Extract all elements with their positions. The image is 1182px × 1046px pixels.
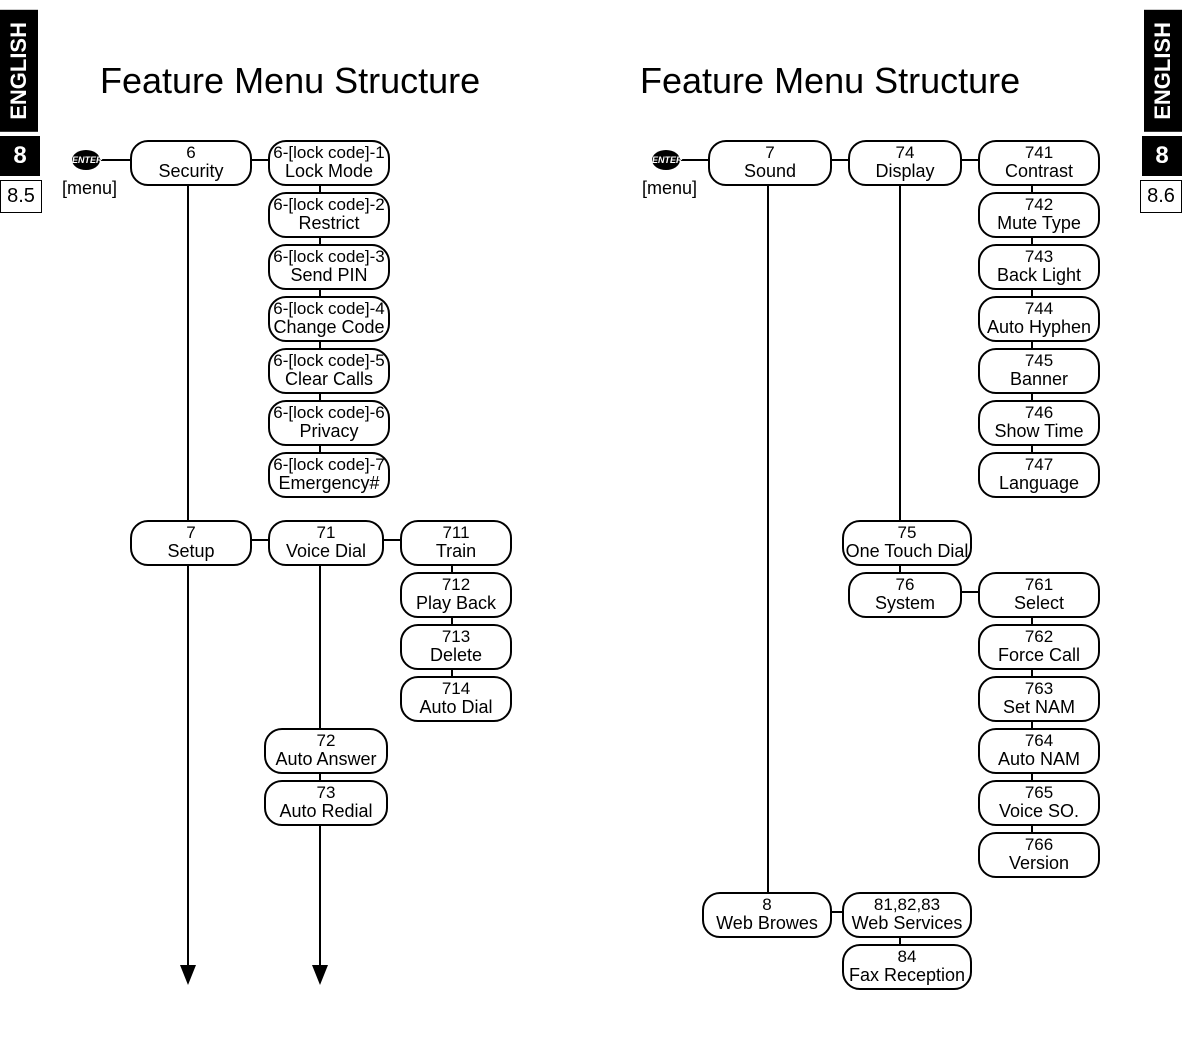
node-version: 766Version <box>978 832 1100 878</box>
node-lock-mode: 6-[lock code]-1Lock Mode <box>268 140 390 186</box>
node-auto-redial: 73Auto Redial <box>264 780 388 826</box>
node-play-back: 712Play Back <box>400 572 512 618</box>
node-privacy: 6-[lock code]-6Privacy <box>268 400 390 446</box>
node-auto-answer: 72Auto Answer <box>264 728 388 774</box>
node-setup: 7Setup <box>130 520 252 566</box>
node-system: 76System <box>848 572 962 618</box>
node-web-services: 81,82,83Web Services <box>842 892 972 938</box>
node-back-light: 743Back Light <box>978 244 1100 290</box>
node-auto-hyphen: 744Auto Hyphen <box>978 296 1100 342</box>
node-one-touch-dial: 75One Touch Dial <box>842 520 972 566</box>
left-page: Feature Menu Structure <box>50 0 610 1046</box>
enter-icon: ENTER <box>72 150 100 170</box>
node-mute-type: 742Mute Type <box>978 192 1100 238</box>
node-train: 711Train <box>400 520 512 566</box>
node-emergency: 6-[lock code]-7Emergency# <box>268 452 390 498</box>
menu-label: [menu] <box>62 178 117 199</box>
node-change-code: 6-[lock code]-4Change Code <box>268 296 390 342</box>
node-restrict: 6-[lock code]-2Restrict <box>268 192 390 238</box>
side-tabs-left: ENGLISH 8 8.5 <box>0 10 42 213</box>
node-show-time: 746Show Time <box>978 400 1100 446</box>
node-force-call: 762Force Call <box>978 624 1100 670</box>
node-voice-dial: 71Voice Dial <box>268 520 384 566</box>
node-contrast: 741Contrast <box>978 140 1100 186</box>
menu-label: [menu] <box>642 178 697 199</box>
node-send-pin: 6-[lock code]-3Send PIN <box>268 244 390 290</box>
node-clear-calls: 6-[lock code]-5Clear Calls <box>268 348 390 394</box>
node-display: 74Display <box>848 140 962 186</box>
chapter-tab: 8 <box>0 136 40 176</box>
node-delete: 713Delete <box>400 624 512 670</box>
node-auto-dial: 714Auto Dial <box>400 676 512 722</box>
node-set-nam: 763Set NAM <box>978 676 1100 722</box>
node-voice-so: 765Voice SO. <box>978 780 1100 826</box>
node-language: 747Language <box>978 452 1100 498</box>
english-tab: ENGLISH <box>0 10 38 132</box>
node-web-browes: 8Web Browes <box>702 892 832 938</box>
node-sound: 7Sound <box>708 140 832 186</box>
node-auto-nam: 764Auto NAM <box>978 728 1100 774</box>
right-page: Feature Menu Structure <box>620 0 1180 1046</box>
section-tab-left: 8.5 <box>0 180 42 213</box>
node-select: 761Select <box>978 572 1100 618</box>
enter-icon: ENTER <box>652 150 680 170</box>
node-security: 6Security <box>130 140 252 186</box>
node-banner: 745Banner <box>978 348 1100 394</box>
node-fax-reception: 84Fax Reception <box>842 944 972 990</box>
